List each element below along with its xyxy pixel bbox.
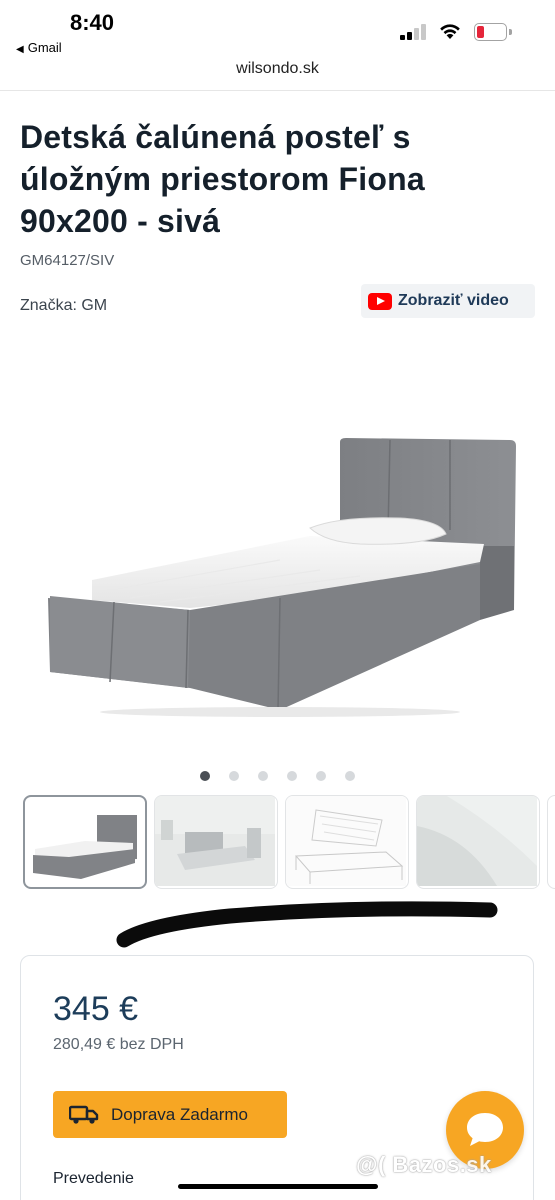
show-video-label: Zobraziť video bbox=[398, 292, 509, 309]
free-shipping-label: Doprava Zadarmo bbox=[111, 1104, 249, 1124]
thumbnail-strip bbox=[0, 795, 555, 891]
product-brand: Značka: GM bbox=[20, 297, 108, 314]
header-divider bbox=[0, 90, 555, 91]
free-shipping-button[interactable]: Doprava Zadarmo bbox=[53, 1091, 287, 1138]
carousel-dot[interactable] bbox=[200, 771, 210, 781]
wifi-icon bbox=[440, 24, 460, 39]
carousel-dot[interactable] bbox=[258, 771, 268, 781]
battery-icon bbox=[474, 23, 512, 41]
product-title: Detská čalúnená posteľ s úložným priesto… bbox=[20, 119, 425, 239]
redaction-scribble bbox=[116, 901, 498, 948]
product-price: 345 € bbox=[53, 990, 139, 1028]
chat-bubble-icon bbox=[467, 1113, 503, 1146]
carousel-dot[interactable] bbox=[287, 771, 297, 781]
thumbnail-more[interactable] bbox=[547, 795, 555, 889]
variant-label: Prevedenie bbox=[53, 1170, 134, 1187]
cellular-signal-icon bbox=[400, 24, 428, 40]
status-bar: 8:40 ◀ Gmail bbox=[0, 0, 555, 58]
carousel-dot[interactable] bbox=[229, 771, 239, 781]
back-to-app-link[interactable]: ◀ Gmail bbox=[16, 40, 62, 55]
show-video-button[interactable]: Zobraziť video bbox=[361, 284, 535, 318]
home-indicator[interactable] bbox=[178, 1184, 378, 1189]
price-without-vat: 280,49 € bez DPH bbox=[53, 1036, 184, 1053]
thumbnail-fabric[interactable] bbox=[416, 795, 540, 889]
thumbnail-storage-diagram[interactable] bbox=[285, 795, 409, 889]
bazos-watermark: @( Bazos.sk bbox=[356, 1152, 492, 1177]
carousel-dot[interactable] bbox=[345, 771, 355, 781]
carousel-dot[interactable] bbox=[316, 771, 326, 781]
youtube-icon bbox=[368, 292, 392, 310]
truck-icon bbox=[69, 1105, 99, 1124]
product-sku: GM64127/SIV bbox=[20, 252, 115, 269]
thumbnail-room[interactable] bbox=[154, 795, 278, 889]
back-app-label: Gmail bbox=[27, 40, 62, 55]
status-time: 8:40 bbox=[70, 10, 115, 35]
thumbnail-bed[interactable] bbox=[23, 795, 147, 889]
carousel-dots bbox=[200, 771, 360, 783]
url-text: wilsondo.sk bbox=[236, 60, 319, 77]
product-main-image[interactable] bbox=[40, 420, 530, 720]
back-arrow-icon: ◀ bbox=[16, 44, 24, 55]
address-bar[interactable]: wilsondo.sk bbox=[0, 58, 555, 90]
